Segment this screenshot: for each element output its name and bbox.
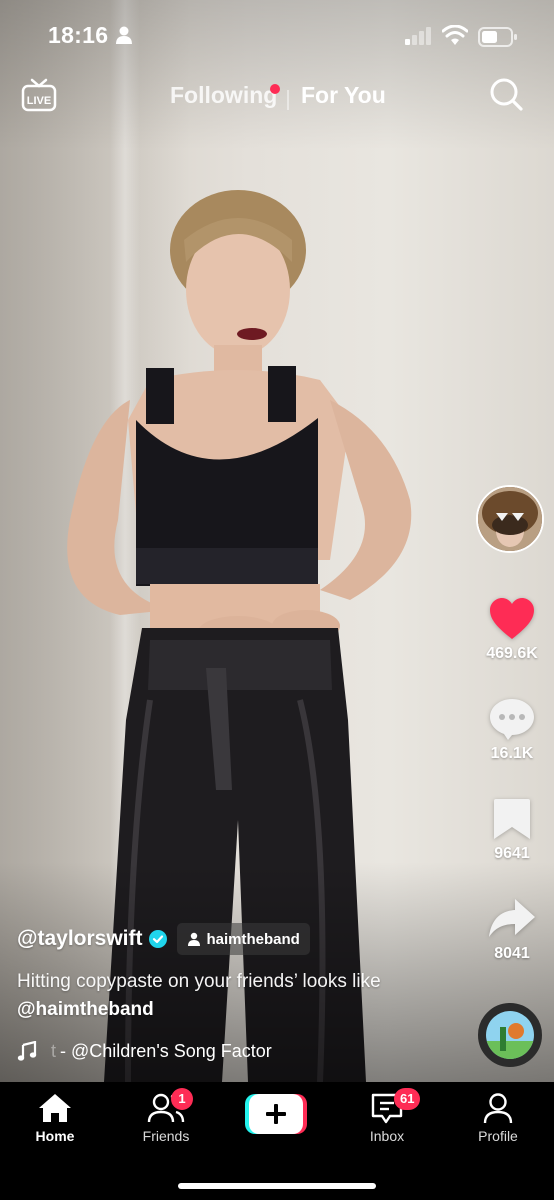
music-ticker[interactable]: t - @Children's Song Factor [17,1038,307,1064]
nav-inbox[interactable]: Inbox 61 [342,1088,432,1144]
sound-disc[interactable] [478,1003,542,1067]
bottom-nav: Home Friends 1 Inbox 61 Profile [0,1082,554,1200]
tab-for-you[interactable]: For You [301,82,386,109]
collab-user-chip[interactable]: haimtheband [176,923,310,955]
creator-avatar[interactable] [476,485,544,553]
wifi-icon [442,25,468,45]
search-icon[interactable] [488,76,524,112]
description-mention[interactable]: @haimtheband [17,999,154,1020]
creator-row: @taylorswift haimtheband [17,922,437,956]
nav-friends[interactable]: Friends 1 [121,1088,211,1144]
share-count: 8041 [494,945,530,962]
bookmark-icon [494,799,530,839]
live-icon[interactable]: LIVE [20,76,58,114]
video-caption: @taylorswift haimtheband Hitting copypas… [17,922,437,1064]
status-bar: 18:16 [0,0,554,70]
music-title: - @Children's Song Factor [60,1040,272,1061]
live-label: LIVE [27,95,51,107]
tab-divider [287,90,289,110]
comment-count: 16.1K [490,745,534,762]
music-title-faded: t [51,1040,57,1061]
battery-icon [478,27,517,47]
like-button[interactable]: 469.6K [470,597,554,663]
person-icon [187,932,200,946]
collab-username: haimtheband [206,930,300,948]
like-count: 469.6K [486,645,538,662]
inbox-badge: 61 [394,1088,421,1110]
status-time: 18:16 [48,22,109,48]
video-description: Hitting copypaste on your friends’ looks… [17,968,437,1024]
cellular-signal-icon [405,27,431,45]
comment-icon [490,699,534,740]
comment-button[interactable]: 16.1K [470,697,554,763]
friends-badge: 1 [171,1088,193,1110]
description-text: Hitting copypaste on your friends’ looks… [17,971,381,992]
nav-profile[interactable]: Profile [453,1092,543,1144]
nav-profile-label: Profile [478,1128,518,1144]
heart-icon [490,598,534,639]
following-notification-dot [270,84,280,94]
save-count: 9641 [494,845,530,862]
share-button[interactable]: 8041 [470,897,554,963]
person-icon [116,26,132,44]
creator-username[interactable]: @taylorswift [17,927,143,951]
nav-home-label: Home [35,1128,75,1144]
verified-badge-icon [148,930,167,948]
save-button[interactable]: 9641 [470,797,554,863]
sound-cover-icon [486,1011,534,1059]
avatar-image [478,487,542,551]
home-indicator [178,1183,376,1189]
nav-inbox-label: Inbox [369,1128,405,1144]
home-icon [39,1094,71,1122]
music-note-icon [17,1041,37,1061]
nav-home[interactable]: Home [10,1092,100,1144]
create-plus-icon[interactable] [245,1094,307,1134]
top-nav: LIVE Following For You [0,72,554,120]
share-arrow-icon [489,899,535,937]
nav-friends-label: Friends [142,1128,190,1144]
tab-following[interactable]: Following [170,82,277,109]
profile-icon [483,1093,513,1124]
